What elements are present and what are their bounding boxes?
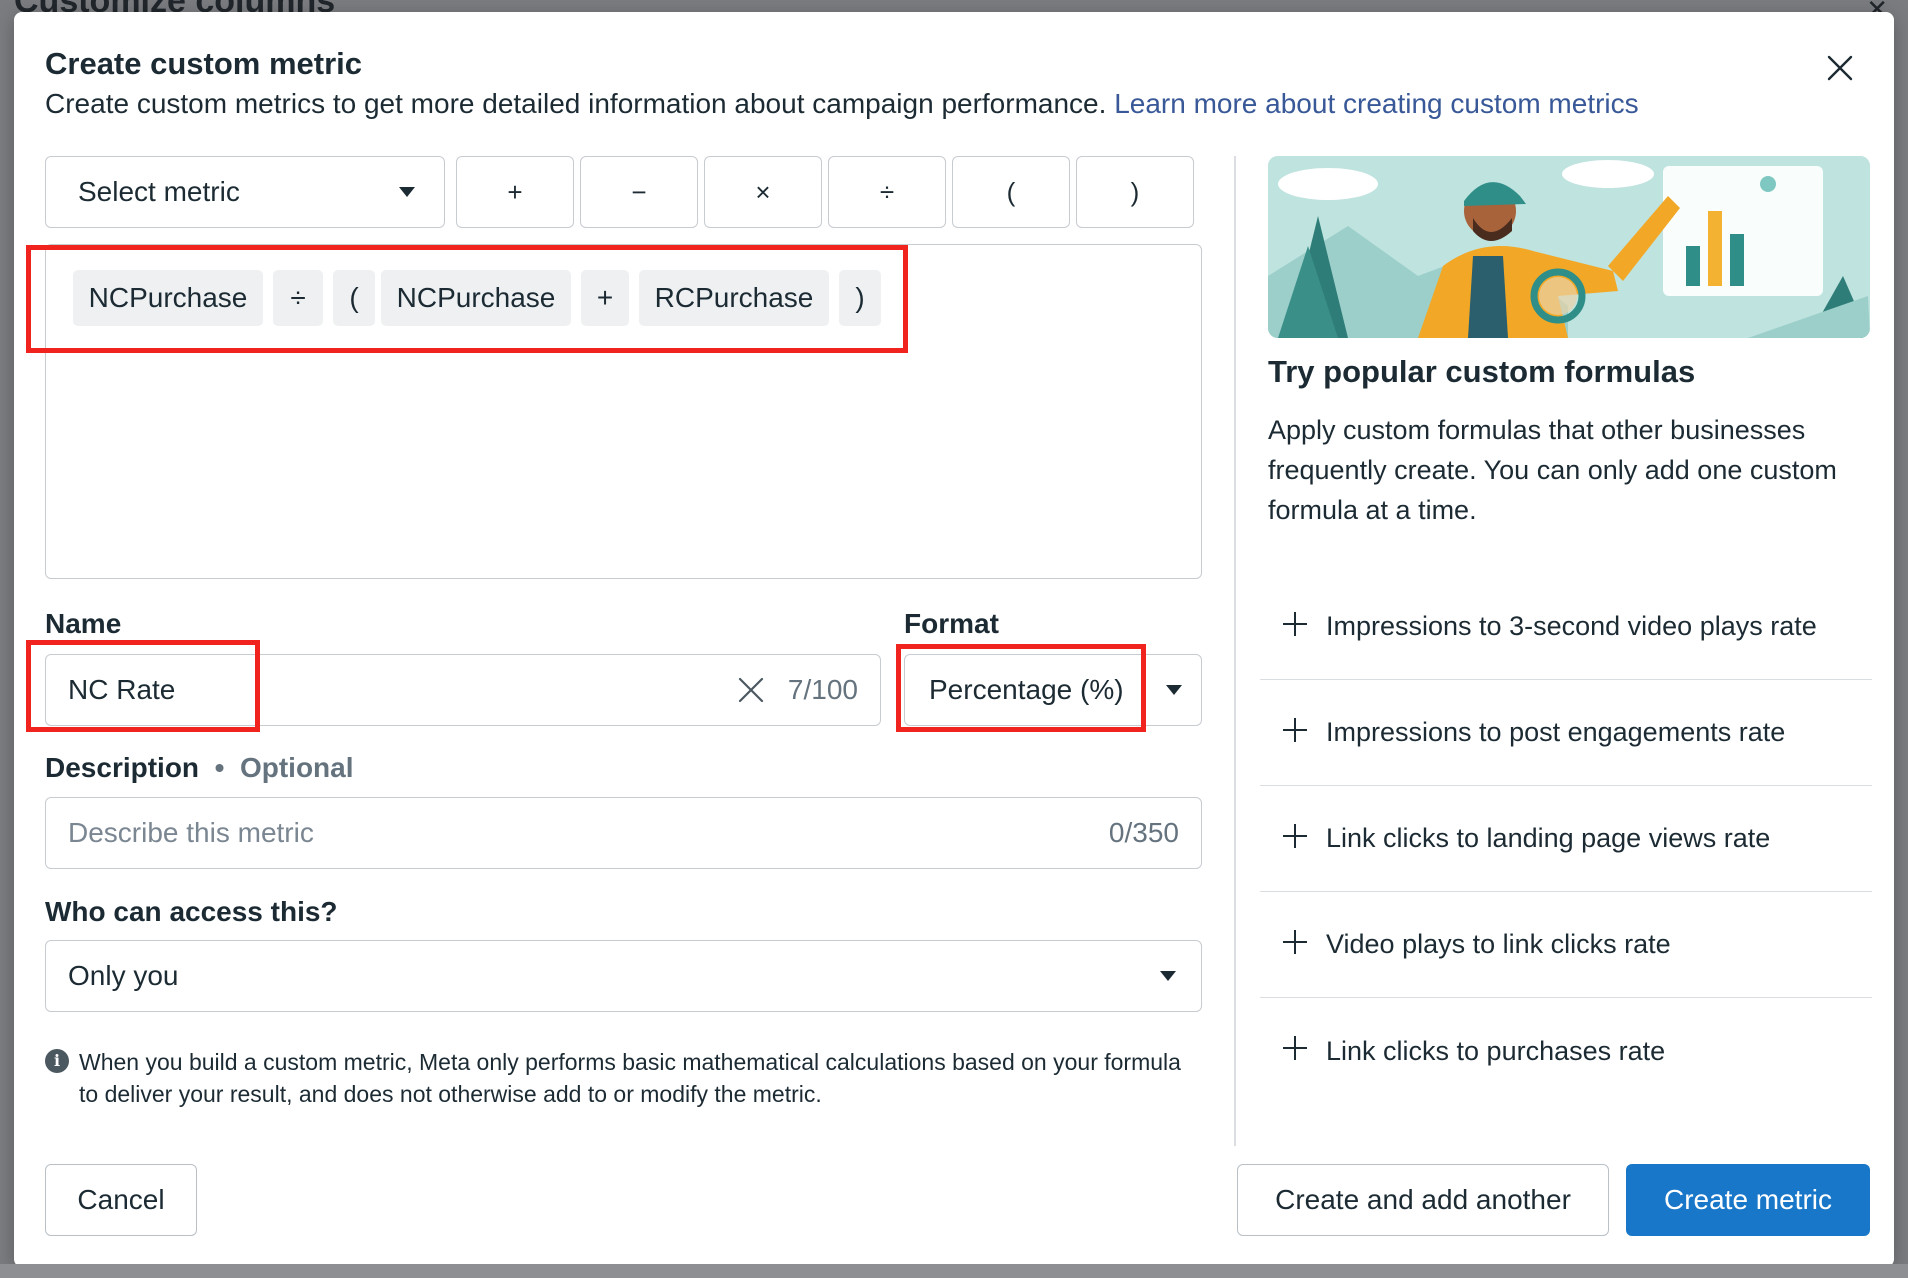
optional-tag: Optional [239,752,354,783]
popular-formula-label: Link clicks to purchases rate [1326,1035,1666,1066]
access-dropdown[interactable]: Only you [45,940,1202,1012]
caret-down-icon [399,187,415,197]
caret-down-icon [1166,685,1182,695]
popular-formulas-title: Try popular custom formulas [1268,354,1696,389]
popular-formula-label: Impressions to post engagements rate [1326,717,1786,747]
backdrop-bottom-strip [0,1264,1908,1278]
description-placeholder: Describe this metric [68,817,314,848]
info-note: i When you build a custom metric, Meta o… [45,1046,1185,1110]
cancel-button[interactable]: Cancel [45,1164,197,1236]
operator-divide-button[interactable]: ÷ [828,156,946,228]
close-icon [1827,55,1853,81]
popular-formula-label: Video plays to link clicks rate [1326,929,1671,959]
modal-title: Create custom metric [45,46,363,81]
operator-minus-button[interactable]: − [580,156,698,228]
popular-formula-label: Link clicks to landing page views rate [1326,823,1771,853]
name-char-count: 7/100 [787,674,858,705]
select-metric-dropdown[interactable]: Select metric [45,156,445,228]
create-metric-button[interactable]: Create metric [1626,1164,1870,1236]
column-divider [1234,156,1236,1146]
modal-subtitle: Create custom metrics to get more detail… [45,88,1639,120]
select-metric-label: Select metric [78,176,240,207]
operator-multiply-button[interactable]: × [704,156,822,228]
description-input[interactable]: Describe this metric 0/350 [45,797,1202,869]
plus-icon [1283,1036,1307,1060]
access-label: Who can access this? [45,896,338,927]
clear-icon [738,677,764,703]
operator-close-paren-button[interactable]: ) [1076,156,1194,228]
plus-icon [1283,929,1307,954]
popular-formula-item[interactable]: Impressions to post engagements rate [1260,680,1872,786]
popular-formula-item[interactable]: Link clicks to purchases rate [1260,998,1872,1104]
learn-more-link[interactable]: Learn more about creating custom metrics [1114,88,1638,119]
close-button[interactable] [1822,50,1858,86]
formula-highlight-box [26,245,908,353]
modal-subtitle-text: Create custom metrics to get more detail… [45,88,1107,119]
clear-name-button[interactable] [734,673,768,707]
popular-formulas-illustration [1268,156,1870,338]
name-label: Name [45,608,122,639]
person-with-magnifier-illustration [1268,156,1870,338]
description-label-text: Description [45,752,200,783]
popular-formulas-description: Apply custom formulas that other busines… [1268,415,1837,525]
caret-down-icon [1160,971,1176,981]
description-char-count: 0/350 [1108,817,1179,848]
operator-open-paren-button[interactable]: ( [952,156,1070,228]
plus-icon [1283,611,1307,636]
popular-formula-item[interactable]: Link clicks to landing page views rate [1260,786,1872,892]
description-label: Description • Optional [45,752,354,784]
format-highlight-box [896,644,1146,732]
access-value: Only you [68,960,179,991]
popular-formula-item[interactable]: Video plays to link clicks rate [1260,892,1872,998]
operator-plus-button[interactable]: + [456,156,574,228]
plus-icon [1283,823,1307,848]
popular-formula-item[interactable]: Impressions to 3-second video plays rate [1260,574,1872,680]
create-and-add-another-button[interactable]: Create and add another [1237,1164,1609,1236]
format-label: Format [904,608,999,639]
info-icon: i [45,1049,69,1073]
create-custom-metric-modal: Create custom metric Create custom metri… [14,12,1894,1267]
optional-separator: • [206,752,233,783]
plus-icon [1283,717,1307,742]
info-note-text: When you build a custom metric, Meta onl… [79,1049,1181,1107]
name-highlight-box [26,640,260,732]
popular-formula-label: Impressions to 3-second video plays rate [1326,611,1817,641]
